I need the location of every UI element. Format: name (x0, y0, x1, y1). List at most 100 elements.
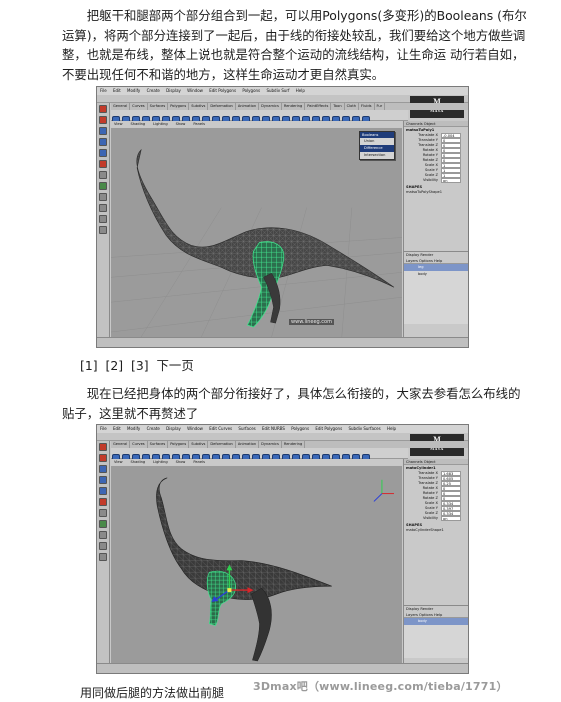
panel-menu-lighting[interactable]: Lighting (150, 460, 168, 464)
panel-menu-shading[interactable]: Shading (128, 460, 146, 464)
menu-edit-nurbs[interactable]: Edit NURBS (262, 426, 285, 431)
shelf-tab[interactable]: Rendering (282, 103, 306, 110)
panel-menu-shading[interactable]: Shading (128, 122, 146, 126)
layout-graph-icon[interactable] (99, 226, 107, 234)
shelf-tab[interactable]: Surfaces (148, 103, 169, 110)
layout-persp-icon[interactable] (99, 204, 107, 212)
shelf-tab[interactable]: Deformation (208, 441, 236, 448)
layout-four-icon[interactable] (99, 193, 107, 201)
channel-row[interactable]: Visibility on (404, 178, 468, 183)
rotate-tool-icon[interactable] (99, 138, 107, 146)
shelf-tab[interactable]: Animation (236, 103, 260, 110)
menu-edit-polygons[interactable]: Edit Polygons (315, 426, 342, 431)
select-tool-icon[interactable] (99, 105, 107, 113)
shelf-tab[interactable]: Curves (130, 103, 148, 110)
menu-create[interactable]: Create (147, 426, 160, 431)
menu-modify[interactable]: Modify (127, 426, 140, 431)
menu-edit-polygons[interactable]: Edit Polygons (209, 88, 236, 93)
layout-persp-icon[interactable] (99, 542, 107, 550)
page-link-3[interactable]: [3] (131, 358, 149, 373)
panel-menu-show[interactable]: Show (173, 122, 186, 126)
boolean-intersection-item[interactable]: Intersection (360, 152, 394, 159)
shape-name[interactable]: matoCylinderShape1 (406, 528, 444, 532)
shelf-tab[interactable]: Subdivs (189, 103, 209, 110)
shelf-tab[interactable]: Deformation (208, 103, 236, 110)
time-slider[interactable] (97, 337, 468, 347)
shelf-icons (111, 110, 408, 124)
menu-bar: File Edit Modify Create Display Window E… (97, 425, 468, 433)
channel-value-field[interactable]: on (441, 178, 461, 183)
move-tool-icon[interactable] (99, 465, 107, 473)
shelf-tab[interactable]: Surfaces (148, 441, 169, 448)
menu-edit[interactable]: Edit (113, 426, 121, 431)
menu-modify[interactable]: Modify (127, 88, 140, 93)
rotate-tool-icon[interactable] (99, 476, 107, 484)
perspective-viewport[interactable] (111, 466, 402, 663)
shelf-tab[interactable]: Fluids (359, 103, 375, 110)
menu-display[interactable]: Display (166, 426, 181, 431)
last-tool-icon[interactable] (99, 509, 107, 517)
menu-file[interactable]: File (100, 426, 107, 431)
page-link-2[interactable]: [2] (106, 358, 124, 373)
panel-menu-view[interactable]: View (111, 460, 123, 464)
channel-value-field[interactable]: on (441, 516, 461, 521)
select-tool-icon[interactable] (99, 443, 107, 451)
panel-menu-lighting[interactable]: Lighting (150, 122, 168, 126)
lasso-tool-icon[interactable] (99, 116, 107, 124)
menu-edit-curves[interactable]: Edit Curves (209, 426, 232, 431)
lasso-tool-icon[interactable] (99, 454, 107, 462)
menu-display[interactable]: Display (166, 88, 181, 93)
next-page-link[interactable]: 下一页 (157, 358, 194, 373)
shelf-tab[interactable]: Polygons (168, 103, 190, 110)
shelf-tab[interactable]: PaintEffects (305, 103, 332, 110)
shelf-tab[interactable]: Fur (375, 103, 386, 110)
boolean-union-item[interactable]: Union (360, 138, 394, 145)
shelf-tab[interactable]: General (111, 103, 131, 110)
panel-menu-panels[interactable]: Panels (190, 460, 205, 464)
menu-polygons[interactable]: Polygons (242, 88, 260, 93)
layer-item[interactable]: body (404, 618, 468, 625)
shelf-tab[interactable]: Polygons (168, 441, 190, 448)
menu-help[interactable]: Help (387, 426, 396, 431)
shape-name[interactable]: matsoTuPolyShape1 (406, 190, 442, 194)
shelf-tab[interactable]: Animation (236, 441, 260, 448)
shelf-tab[interactable]: Toon (331, 103, 345, 110)
shelf-tab[interactable]: Dynamics (259, 441, 282, 448)
layout-single-icon[interactable] (99, 182, 107, 190)
layer-item[interactable]: body (404, 271, 468, 278)
manipulator-tool-icon[interactable] (99, 498, 107, 506)
menu-help[interactable]: Help (296, 88, 305, 93)
panel-menu-panels[interactable]: Panels (190, 122, 205, 126)
scale-tool-icon[interactable] (99, 149, 107, 157)
panel-menu-view[interactable]: View (111, 122, 123, 126)
shelf-tab[interactable]: Curves (130, 441, 148, 448)
layout-single-icon[interactable] (99, 520, 107, 528)
page-link-1[interactable]: [1] (80, 358, 98, 373)
menu-subdiv-surfaces[interactable]: Subdiv Surfaces (348, 426, 380, 431)
menu-window[interactable]: Window (187, 426, 203, 431)
panel-menu-show[interactable]: Show (173, 460, 186, 464)
shelf-tab[interactable]: Subdivs (189, 441, 209, 448)
channel-row[interactable]: Visibility on (404, 516, 468, 521)
last-tool-icon[interactable] (99, 171, 107, 179)
shelf-tab[interactable]: Rendering (282, 441, 306, 448)
menu-polygons[interactable]: Polygons (291, 426, 309, 431)
boolean-difference-item[interactable]: Difference (360, 145, 394, 152)
time-slider[interactable] (97, 663, 468, 673)
menu-surfaces[interactable]: Surfaces (238, 426, 255, 431)
menu-create[interactable]: Create (147, 88, 160, 93)
manipulator-tool-icon[interactable] (99, 160, 107, 168)
scale-tool-icon[interactable] (99, 487, 107, 495)
menu-window[interactable]: Window (187, 88, 203, 93)
shelf-tab[interactable]: Dynamics (259, 103, 282, 110)
menu-edit[interactable]: Edit (113, 88, 121, 93)
layer-item[interactable]: leg (404, 264, 468, 271)
menu-subdiv-surf[interactable]: Subdiv Surf (266, 88, 289, 93)
move-tool-icon[interactable] (99, 127, 107, 135)
shelf-tab[interactable]: General (111, 441, 131, 448)
layout-four-icon[interactable] (99, 531, 107, 539)
menu-file[interactable]: File (100, 88, 107, 93)
shelf-tab[interactable]: Cloth (345, 103, 360, 110)
layout-outliner-icon[interactable] (99, 215, 107, 223)
layout-outliner-icon[interactable] (99, 553, 107, 561)
